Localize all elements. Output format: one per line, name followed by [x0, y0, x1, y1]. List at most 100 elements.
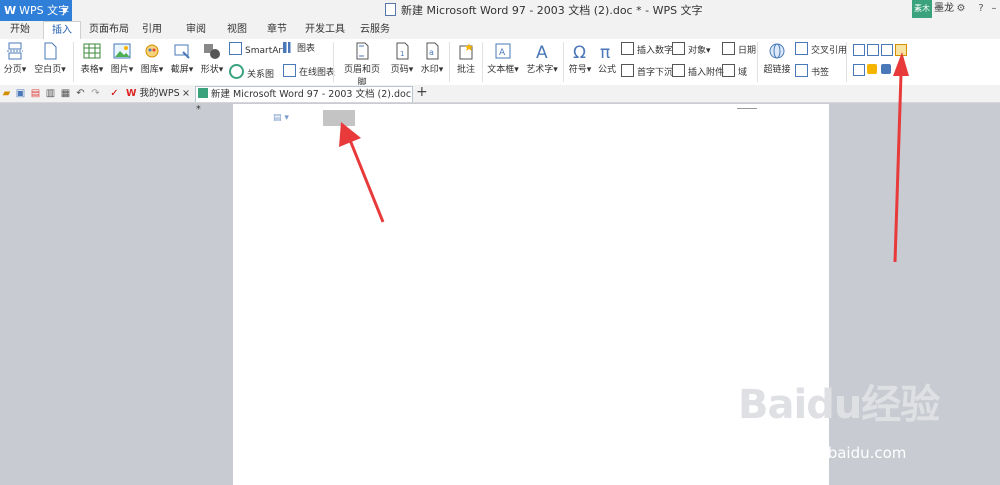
hyperlink-button[interactable]: 超链接 — [761, 42, 793, 75]
document-icon — [385, 3, 396, 16]
customize-toolbar-icon[interactable]: ✓ — [109, 88, 120, 99]
watermark-button[interactable]: a 水印▾ — [418, 42, 446, 75]
table-button[interactable]: 表格▾ — [78, 42, 106, 75]
picture-control-icon[interactable] — [853, 64, 865, 76]
textbox-label: 文本框 — [487, 65, 515, 75]
close-icon[interactable]: × — [182, 86, 190, 101]
svg-text:π: π — [600, 43, 610, 60]
tab-developer[interactable]: 开发工具 — [302, 21, 348, 39]
blank-page-button[interactable]: 空白页▾ — [32, 42, 68, 75]
tab-page-layout[interactable]: 页面布局 — [84, 21, 134, 39]
undo-icon[interactable]: ↶ — [75, 88, 86, 99]
online-chart-button[interactable]: 在线图表 — [283, 64, 335, 78]
user-name[interactable]: 墨龙 — [934, 0, 954, 18]
lock-icon[interactable] — [881, 64, 891, 74]
shapes-button[interactable]: 形状▾ — [198, 42, 226, 75]
tab-section[interactable]: 章节 — [262, 21, 292, 39]
date-picker-control-icon[interactable] — [895, 44, 907, 56]
chart-label: 图表 — [297, 44, 316, 54]
doc-tab-my-wps[interactable]: W 我的WPS × — [126, 86, 192, 101]
doc-tab-current[interactable]: 新建 Microsoft Word 97 - 2003 文档 (2).doc *… — [195, 86, 413, 115]
open-folder-icon[interactable]: ▰ — [1, 88, 12, 99]
omega-icon: Ω — [573, 43, 586, 60]
table-icon — [83, 43, 101, 59]
relation-diagram-button[interactable]: 关系图 — [229, 64, 275, 80]
drop-cap-button[interactable]: 首字下沉 — [621, 64, 673, 78]
table-label: 表格 — [80, 65, 99, 75]
screenshot-button[interactable]: 截屏▾ — [168, 42, 196, 75]
new-tab-plus-icon[interactable]: + — [416, 85, 428, 100]
shapes-label: 形状 — [200, 65, 219, 75]
tab-references[interactable]: 引用 — [137, 21, 167, 39]
print-icon[interactable]: ▥ — [45, 88, 56, 99]
date-button[interactable]: 日期 — [722, 42, 756, 56]
object-label: 对象 — [688, 46, 707, 56]
tab-insert[interactable]: 插入 — [43, 21, 81, 40]
wps-app-menu-button[interactable]: W WPS 文字 ▼ — [0, 0, 72, 21]
insert-number-button[interactable]: 插入数字 — [621, 42, 673, 56]
attachment-button[interactable]: 插入附件 — [672, 64, 724, 78]
picture-button[interactable]: 图片▾ — [108, 42, 136, 75]
paragraph-layout-icon[interactable]: ▤ ▾ — [273, 113, 289, 123]
formula-button[interactable]: π 公式 — [596, 42, 618, 75]
svg-text:A: A — [499, 48, 506, 58]
page-number-label: 页码 — [390, 65, 409, 75]
minimize-icon[interactable]: – — [988, 3, 1000, 15]
ribbon-insert: 分页▾ 空白页▾ 表格▾ 图片▾ 图库▾ 截屏▾ 形状▾ SmartArt 图表… — [0, 39, 1000, 88]
document-icon — [198, 88, 208, 98]
redo-icon[interactable]: ↷ — [90, 88, 101, 99]
page-break-button[interactable]: 分页▾ — [2, 42, 28, 75]
field-button[interactable]: 域 — [722, 64, 747, 78]
comment-icon — [459, 43, 473, 60]
tab-review[interactable]: 审阅 — [181, 21, 211, 39]
margin-corner-mark — [737, 108, 757, 109]
wordart-button[interactable]: A 艺术字▾ — [524, 42, 560, 75]
tab-view[interactable]: 视图 — [222, 21, 252, 39]
text-control-icon[interactable] — [853, 44, 865, 56]
smartart-label: SmartArt — [245, 46, 286, 56]
checkbox-control-icon[interactable] — [867, 44, 879, 56]
wordart-icon: A — [536, 43, 548, 60]
drop-cap-icon — [621, 64, 634, 77]
relation-diagram-label: 关系图 — [247, 70, 275, 80]
relation-diagram-icon — [229, 64, 244, 79]
calendar-icon — [722, 42, 735, 55]
watermark-label: 水印 — [420, 65, 439, 75]
settings-icon[interactable]: ⚙ — [955, 3, 967, 15]
page-number-button[interactable]: 1 页码▾ — [388, 42, 416, 75]
tab-cloud-service[interactable]: 云服务 — [353, 21, 397, 39]
symbol-button[interactable]: Ω 符号▾ — [566, 42, 594, 75]
screenshot-icon — [174, 44, 190, 59]
field-icon — [722, 64, 735, 77]
globe-link-icon — [769, 43, 785, 59]
selected-placeholder-box[interactable] — [323, 110, 355, 126]
svg-text:A: A — [536, 43, 548, 60]
textbox-button[interactable]: A 文本框▾ — [486, 42, 520, 75]
cross-reference-icon — [795, 42, 808, 55]
eraser-icon[interactable] — [867, 64, 877, 74]
smartart-button[interactable]: SmartArt — [229, 42, 286, 56]
chart-button[interactable]: 图表 — [283, 42, 315, 56]
combo-control-icon[interactable] — [881, 44, 893, 56]
ribbon-separator — [333, 42, 334, 82]
export-pdf-icon[interactable]: ▤ — [30, 88, 41, 99]
comment-button[interactable]: 批注 — [453, 42, 479, 75]
bookmark-button[interactable]: 书签 — [795, 64, 829, 78]
header-footer-button[interactable]: 页眉和页脚 — [340, 42, 384, 88]
drop-cap-label: 首字下沉 — [637, 68, 674, 78]
cross-reference-button[interactable]: 交叉引用 — [795, 42, 847, 56]
page-break-icon — [7, 42, 23, 60]
skin-badge[interactable]: 素木 — [912, 0, 932, 18]
tab-home[interactable]: 开始 — [0, 21, 40, 39]
gallery-button[interactable]: 图库▾ — [138, 42, 166, 75]
save-icon[interactable]: ▣ — [15, 88, 26, 99]
picture-label: 图片 — [110, 65, 129, 75]
svg-text:a: a — [429, 48, 434, 57]
shapes-icon — [204, 44, 220, 59]
object-button[interactable]: 对象▾ — [672, 42, 711, 56]
wps-logo-icon: W — [4, 4, 17, 17]
help-icon[interactable]: ? — [975, 3, 987, 15]
print-preview-icon[interactable]: ▦ — [60, 88, 71, 99]
symbol-label: 符号 — [568, 65, 587, 75]
gallery-icon — [145, 44, 159, 58]
